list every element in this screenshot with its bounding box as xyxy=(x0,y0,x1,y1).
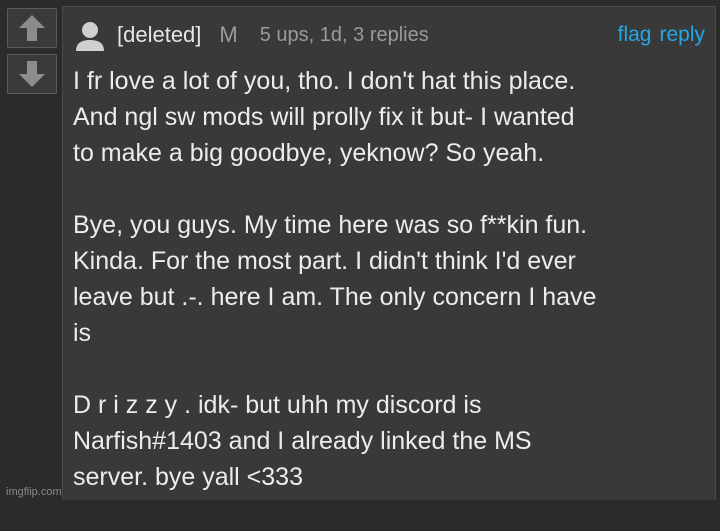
arrow-down-icon xyxy=(19,61,45,87)
comment-meta: 5 ups, 1d, 3 replies xyxy=(259,23,429,46)
user-avatar-icon xyxy=(76,22,104,51)
mod-badge: M xyxy=(219,22,238,47)
upvote-button[interactable] xyxy=(7,8,57,48)
comment-paragraph: Bye, you guys. My time here was so f**ki… xyxy=(73,211,597,347)
username[interactable]: [deleted] xyxy=(117,22,201,48)
arrow-up-icon xyxy=(19,15,45,41)
comment-header: [deleted] M 5 ups, 1d, 3 replies flag re… xyxy=(73,17,705,53)
vote-column xyxy=(7,8,61,100)
reply-link[interactable]: reply xyxy=(659,23,705,47)
downvote-button[interactable] xyxy=(7,54,57,94)
comment-paragraph: D r i z z y . idk- but uhh my discord is… xyxy=(73,391,532,491)
comment-body: I fr love a lot of you, tho. I don't hat… xyxy=(73,63,695,531)
comment-card: [deleted] M 5 ups, 1d, 3 replies flag re… xyxy=(62,6,716,500)
comment-paragraph: I fr love a lot of you, tho. I don't hat… xyxy=(73,67,576,167)
comment-actions: flag reply xyxy=(618,23,705,47)
watermark: imgflip.com xyxy=(6,486,62,498)
flag-link[interactable]: flag xyxy=(618,23,652,47)
